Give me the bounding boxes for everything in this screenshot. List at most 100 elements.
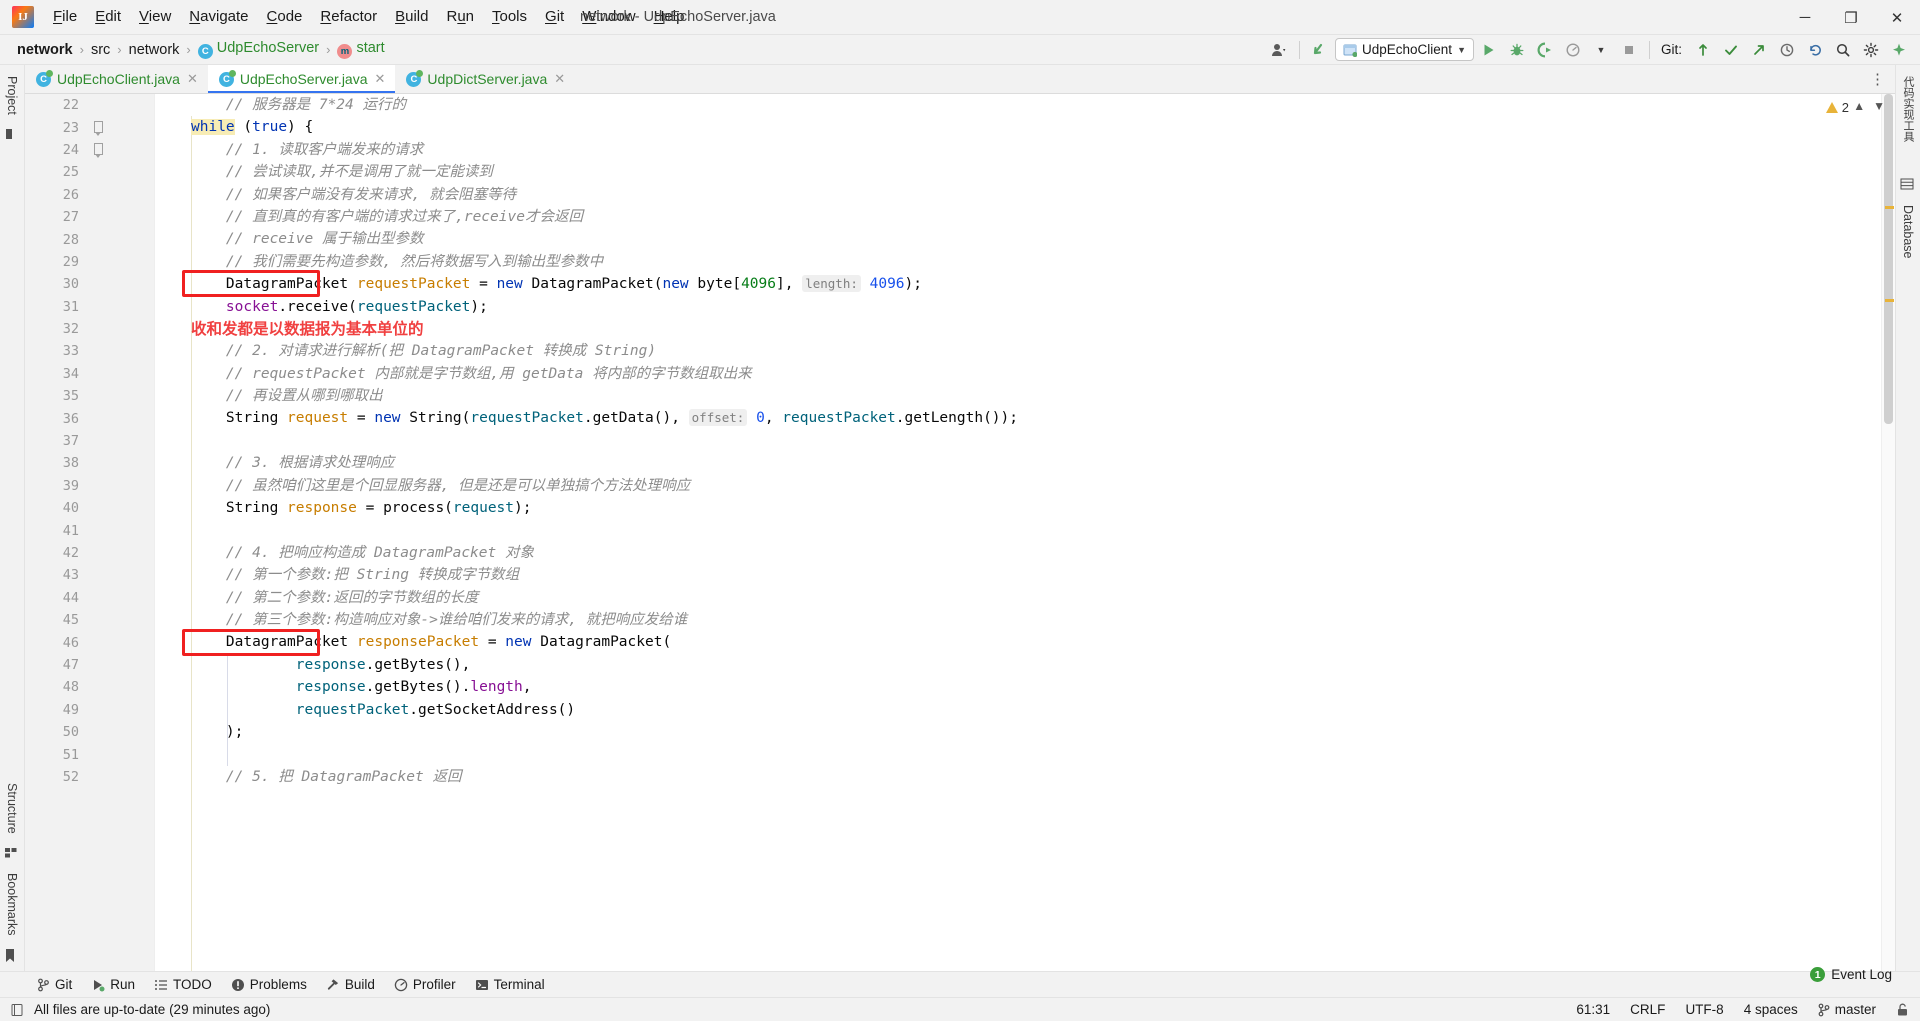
debug-icon[interactable] — [1504, 38, 1530, 62]
updated-icon[interactable] — [1307, 38, 1333, 62]
file-encoding[interactable]: UTF-8 — [1682, 1001, 1726, 1018]
code-line[interactable]: // 尝试读取,并不是调用了就一定能读到 — [155, 161, 1881, 183]
fold-column[interactable] — [83, 143, 113, 159]
gutter-row[interactable]: 48 — [25, 676, 154, 698]
services-icon[interactable] — [4, 845, 20, 861]
breadcrumb-item-udpechoserver[interactable]: C UdpEchoServer — [195, 39, 322, 60]
tool-window-git[interactable]: Git — [28, 974, 80, 995]
menu-tools[interactable]: Tools — [483, 4, 536, 30]
menu-navigate[interactable]: Navigate — [180, 4, 257, 30]
lock-icon[interactable] — [1893, 1002, 1912, 1018]
inspection-warnings[interactable]: 2 — [1825, 100, 1849, 115]
code-line[interactable]: // 第一个参数:把 String 转换成字节数组 — [155, 564, 1881, 586]
code-line[interactable]: String request = new String(requestPacke… — [155, 407, 1881, 429]
menu-git[interactable]: Git — [536, 4, 573, 30]
code-line[interactable]: requestPacket.getSocketAddress() — [155, 699, 1881, 721]
assistant-icon[interactable] — [1886, 38, 1912, 62]
git-push-icon[interactable] — [1746, 38, 1772, 62]
database-table-icon[interactable] — [1900, 177, 1916, 193]
gutter-row[interactable]: 22 — [25, 94, 154, 116]
tool-window-terminal[interactable]: Terminal — [467, 974, 553, 995]
menu-code[interactable]: Code — [258, 4, 312, 30]
gutter-row[interactable]: 23 — [25, 116, 154, 138]
close-tab-icon[interactable]: ✕ — [374, 71, 387, 87]
gutter-row[interactable]: 24 — [25, 139, 154, 161]
code-line[interactable]: // 虽然咱们这里是个回显服务器, 但是还是可以单独搞个方法处理响应 — [155, 475, 1881, 497]
code-line[interactable]: // 4. 把响应构造成 DatagramPacket 对象 — [155, 542, 1881, 564]
code-line[interactable]: response.getBytes(), — [155, 654, 1881, 676]
bookmark-icon[interactable] — [4, 948, 20, 964]
git-history-icon[interactable] — [1774, 38, 1800, 62]
code-line[interactable]: // 我们需要先构造参数, 然后将数据写入到输出型参数中 — [155, 251, 1881, 273]
gutter-row[interactable]: 51 — [25, 743, 154, 765]
event-log-widget[interactable]: 1 Event Log — [1810, 967, 1892, 982]
editor-tab-udpechoserver[interactable]: C UdpEchoServer.java ✕ — [207, 65, 396, 93]
gutter-row[interactable]: 30 — [25, 273, 154, 295]
code-line[interactable]: // requestPacket 内部就是字节数组,用 getData 将内部的… — [155, 363, 1881, 385]
run-configuration-selector[interactable]: UdpEchoClient ▼ — [1335, 38, 1474, 61]
gutter-row[interactable]: 37 — [25, 430, 154, 452]
code-line[interactable]: // 直到真的有客户端的请求过来了,receive才会返回 — [155, 206, 1881, 228]
git-rollback-icon[interactable] — [1802, 38, 1828, 62]
code-line[interactable]: response.getBytes().length, — [155, 676, 1881, 698]
run-coverage-icon[interactable] — [1532, 38, 1558, 62]
minimize-button[interactable]: ─ — [1782, 0, 1828, 35]
breadcrumb-item-src[interactable]: src — [88, 41, 113, 59]
menu-refactor[interactable]: Refactor — [311, 4, 386, 30]
stop-icon[interactable] — [1616, 38, 1642, 62]
code-line[interactable]: DatagramPacket requestPacket = new Datag… — [155, 273, 1881, 295]
code-editor[interactable]: // 服务器是 7*24 运行的 while (true) { // 1. 读取客… — [155, 94, 1881, 971]
tool-window-problems[interactable]: Problems — [223, 974, 315, 995]
gutter-row[interactable]: 31 — [25, 296, 154, 318]
chevron-down-icon[interactable]: ▼ — [1873, 99, 1885, 113]
gutter-row[interactable]: 36 — [25, 407, 154, 429]
code-line[interactable] — [155, 743, 1881, 765]
gutter-row[interactable]: 40 — [25, 497, 154, 519]
line-separator[interactable]: CRLF — [1627, 1001, 1668, 1018]
gutter-row[interactable]: 50 — [25, 721, 154, 743]
code-line[interactable]: ); — [155, 721, 1881, 743]
gutter-row[interactable]: 45 — [25, 609, 154, 631]
profiler-icon[interactable] — [1560, 38, 1586, 62]
code-line[interactable]: 收和发都是以数据报为基本单位的 — [155, 318, 1881, 340]
gutter-row[interactable]: 46 — [25, 631, 154, 653]
menu-view[interactable]: View — [130, 4, 180, 30]
fold-column[interactable] — [83, 121, 113, 137]
breadcrumb-item-start[interactable]: m start — [334, 39, 387, 60]
code-line[interactable]: // 1. 读取客户端发来的请求 — [155, 139, 1881, 161]
gutter-row[interactable]: 25 — [25, 161, 154, 183]
editor-gutter[interactable]: 22 23 24 25 26 27 28 29 30 31 32 33 34 35 36 37 38 39 40 41… — [25, 94, 155, 971]
user-icon[interactable] — [1266, 38, 1292, 62]
gutter-row[interactable]: 38 — [25, 452, 154, 474]
caret-position[interactable]: 61:31 — [1573, 1001, 1613, 1018]
git-branch-widget[interactable]: master — [1815, 1001, 1879, 1018]
code-line[interactable]: DatagramPacket responsePacket = new Data… — [155, 631, 1881, 653]
gutter-row[interactable]: 47 — [25, 654, 154, 676]
tool-window-todo[interactable]: TODO — [146, 974, 220, 995]
close-tab-icon[interactable]: ✕ — [186, 71, 199, 87]
gutter-row[interactable]: 49 — [25, 699, 154, 721]
gutter-row[interactable]: 43 — [25, 564, 154, 586]
gutter-row[interactable]: 28 — [25, 228, 154, 250]
chevron-up-icon[interactable]: ▲ — [1853, 99, 1865, 113]
inspection-nav[interactable]: ▲ ▼ — [1853, 99, 1885, 113]
tool-window-build[interactable]: Build — [318, 974, 383, 995]
gutter-row[interactable]: 26 — [25, 184, 154, 206]
menu-build[interactable]: Build — [386, 4, 437, 30]
maximize-button[interactable]: ❐ — [1828, 0, 1874, 35]
code-line[interactable]: // 如果客户端没有发来请求, 就会阻塞等待 — [155, 184, 1881, 206]
menu-edit[interactable]: Edit — [86, 4, 130, 30]
menu-run[interactable]: Run — [437, 4, 483, 30]
settings-icon[interactable] — [1858, 38, 1884, 62]
code-line[interactable]: // 5. 把 DatagramPacket 返回 — [155, 766, 1881, 788]
sidebar-item-code-impl[interactable]: 代码实现工具 — [1897, 71, 1919, 147]
run-icon[interactable] — [1476, 38, 1502, 62]
sidebar-item-project[interactable]: Project — [2, 71, 22, 120]
gutter-row[interactable]: 44 — [25, 587, 154, 609]
code-line[interactable]: // 第三个参数:构造响应对象->谁给咱们发来的请求, 就把响应发给谁 — [155, 609, 1881, 631]
code-line[interactable]: String response = process(request); — [155, 497, 1881, 519]
sidebar-item-database[interactable]: Database — [1898, 200, 1918, 264]
gutter-row[interactable]: 29 — [25, 251, 154, 273]
search-icon[interactable] — [1830, 38, 1856, 62]
git-update-icon[interactable] — [1690, 38, 1716, 62]
